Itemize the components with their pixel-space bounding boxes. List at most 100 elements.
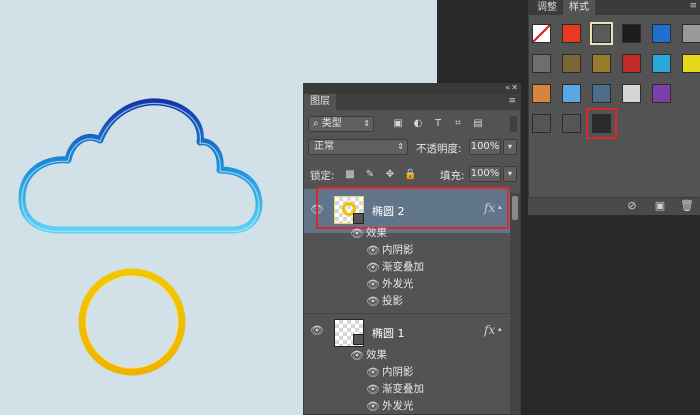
effect-item[interactable]: 👁 渐变叠加 (304, 259, 510, 276)
effect-name: 外发光 (382, 400, 414, 412)
effect-eye-icon[interactable]: 👁 (366, 261, 380, 275)
styles-panel-tabbar: 调整 样式 ≡ (529, 0, 700, 15)
styles-panel-footer: ⊘ ▣ 🗑 (528, 197, 700, 215)
effect-eye-icon[interactable]: 👁 (366, 383, 380, 397)
tab-layers[interactable]: 图层 (304, 94, 336, 110)
style-swatch[interactable] (622, 54, 641, 73)
effect-name: 外发光 (382, 278, 414, 290)
new-style-icon[interactable]: ▣ (654, 200, 666, 212)
effect-item[interactable]: 👁 外发光 (304, 398, 510, 415)
search-icon: ⌕ (313, 118, 319, 129)
fill-dropdown-icon[interactable]: ▾ (503, 166, 517, 182)
lock-label: 锁定: (310, 170, 335, 182)
ring-shape (78, 268, 186, 376)
style-swatch[interactable] (682, 24, 700, 43)
opacity-dropdown-icon[interactable]: ▾ (503, 139, 517, 155)
style-swatch[interactable] (532, 84, 551, 103)
adjustment-filter-icon[interactable]: ◐ (412, 118, 424, 130)
fill-input[interactable]: 100% (469, 166, 501, 182)
delete-style-icon[interactable]: 🗑 (680, 200, 694, 212)
layer-name[interactable]: 椭圆 1 (372, 325, 405, 341)
collapse-icon[interactable]: « (505, 83, 510, 92)
scrollbar-thumb[interactable] (512, 196, 518, 220)
filter-kind-select[interactable]: ⌕ 类型 ⇕ (308, 116, 374, 132)
style-swatch[interactable] (562, 54, 581, 73)
tab-adjustments[interactable]: 调整 (531, 0, 563, 15)
cloud-shape (18, 98, 263, 234)
lock-position-icon[interactable]: ✥ (384, 169, 396, 181)
vector-mask-icon (353, 334, 364, 345)
effects-row[interactable]: 👁 效果 (304, 347, 510, 364)
style-swatch[interactable] (562, 84, 581, 103)
lock-image-icon[interactable]: ✎ (364, 169, 376, 181)
effect-item[interactable]: 👁 投影 (304, 293, 510, 310)
effect-eye-icon[interactable]: 👁 (366, 295, 380, 309)
fill-label: 填充: (440, 170, 465, 182)
type-filter-icon[interactable]: T (432, 118, 444, 130)
effect-name: 渐变叠加 (382, 383, 424, 395)
effect-eye-icon[interactable]: 👁 (366, 278, 380, 292)
style-swatch[interactable] (622, 84, 641, 103)
effect-name: 内阴影 (382, 244, 414, 256)
filter-toggle[interactable] (510, 116, 517, 132)
styles-panel: 调整 样式 ≡ (528, 0, 700, 197)
shape-filter-icon[interactable]: ⌗ (452, 118, 464, 130)
visibility-eye-icon[interactable]: 👁 (310, 324, 324, 338)
pixel-filter-icon[interactable]: ▣ (392, 118, 404, 130)
effect-item[interactable]: 👁 内阴影 (304, 364, 510, 381)
style-swatch[interactable] (652, 24, 671, 43)
effect-name: 内阴影 (382, 366, 414, 378)
lock-all-icon[interactable]: 🔒 (404, 169, 416, 181)
blend-mode-value: 正常 (314, 141, 334, 152)
close-icon[interactable]: ✕ (511, 83, 518, 92)
opacity-label: 不透明度: (416, 143, 462, 155)
panel-menu-icon[interactable]: ≡ (508, 96, 516, 106)
panel-menu-icon[interactable]: ≡ (689, 1, 697, 11)
effect-item[interactable]: 👁 内阴影 (304, 242, 510, 259)
filter-kind-label: 类型 (321, 118, 342, 129)
effects-label: 效果 (366, 349, 387, 361)
style-swatch[interactable] (532, 54, 551, 73)
chevron-updown-icon: ⇕ (397, 142, 404, 151)
effect-name: 投影 (382, 295, 403, 307)
no-style-swatch[interactable] (532, 24, 551, 43)
tab-styles[interactable]: 样式 (563, 0, 595, 15)
style-swatch[interactable] (562, 114, 581, 133)
effect-eye-icon[interactable]: 👁 (366, 400, 380, 414)
style-swatch-selected[interactable] (590, 22, 613, 45)
effects-eye-icon[interactable]: 👁 (350, 227, 364, 241)
style-swatch[interactable] (592, 84, 611, 103)
style-swatch[interactable] (652, 84, 671, 103)
opacity-input[interactable]: 100% (469, 139, 501, 155)
panel-header-strip: « ✕ (304, 83, 520, 94)
layers-tabbar: 图层 ≡ (304, 94, 520, 110)
layer-fx-icon[interactable]: fx (484, 323, 495, 337)
effect-item[interactable]: 👁 外发光 (304, 276, 510, 293)
lock-transparent-icon[interactable]: ▩ (344, 169, 356, 181)
swatch-highlight-box (586, 108, 617, 139)
clear-style-icon[interactable]: ⊘ (626, 200, 638, 212)
effect-item[interactable]: 👁 渐变叠加 (304, 381, 510, 398)
blend-mode-select[interactable]: 正常 ⇕ (308, 139, 408, 155)
layers-panel: « ✕ 图层 ≡ ⌕ 类型 ⇕ ▣ ◐ T ⌗ ▤ 正常 ⇕ 不透明度: 100… (303, 83, 521, 415)
style-swatch[interactable] (652, 54, 671, 73)
expand-arrow-icon[interactable]: ▴ (498, 325, 502, 333)
effects-label: 效果 (366, 227, 387, 239)
chevron-updown-icon: ⇕ (363, 119, 370, 128)
style-swatch[interactable] (532, 114, 551, 133)
smart-object-filter-icon[interactable]: ▤ (472, 118, 484, 130)
effects-eye-icon[interactable]: 👁 (350, 349, 364, 363)
style-swatch[interactable] (682, 54, 700, 73)
effect-eye-icon[interactable]: 👁 (366, 244, 380, 258)
effect-name: 渐变叠加 (382, 261, 424, 273)
style-swatch[interactable] (592, 54, 611, 73)
selection-highlight-box (316, 187, 509, 229)
effect-eye-icon[interactable]: 👁 (366, 366, 380, 380)
layers-scrollbar[interactable] (510, 193, 520, 414)
layer-thumbnail (334, 319, 364, 347)
workspace-background (530, 215, 700, 415)
effects-row[interactable]: 👁 效果 (304, 225, 510, 242)
style-swatch[interactable] (562, 24, 581, 43)
style-swatch-grid (529, 15, 700, 139)
style-swatch[interactable] (622, 24, 641, 43)
